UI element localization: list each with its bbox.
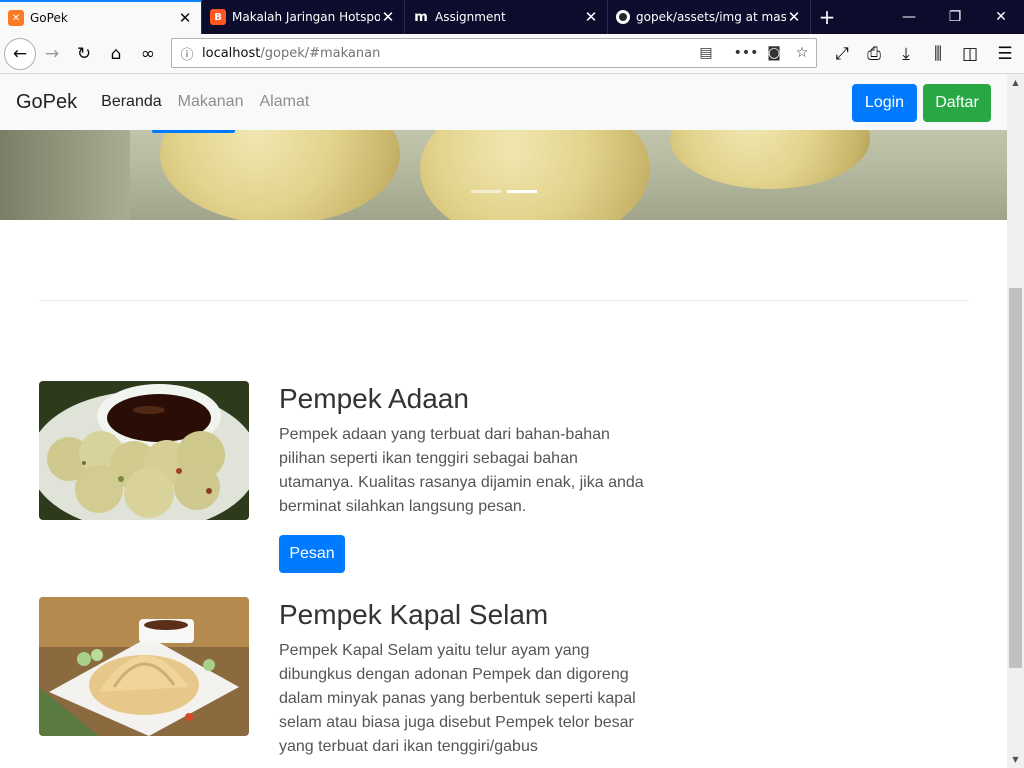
carousel-indicator[interactable]	[471, 190, 501, 193]
close-tab-icon[interactable]: ✕	[380, 8, 396, 26]
moodle-icon: m	[414, 9, 428, 25]
close-tab-icon[interactable]: ✕	[786, 8, 802, 26]
page-scrollbar[interactable]: ▲ ▼	[1007, 74, 1024, 768]
restore-icon[interactable]: ❐	[932, 0, 978, 34]
bookmark-star-icon[interactable]: ☆	[788, 45, 816, 61]
browser-tab-strip: ✕ GoPek ✕ B Makalah Jaringan Hotspot ✕ m…	[0, 0, 1024, 34]
minimize-icon[interactable]: —	[886, 0, 932, 34]
scroll-up-arrow-icon[interactable]: ▲	[1007, 74, 1024, 91]
back-button[interactable]: ←	[4, 37, 36, 70]
close-tab-icon[interactable]: ✕	[583, 8, 599, 26]
menu-item-body: Pempek Adaan Pempek adaan yang terbuat d…	[279, 381, 649, 573]
reload-button[interactable]: ↻	[68, 38, 100, 70]
right-toolbar: ⤢ ⎙ ⤓ ⫼ ◫ ☰	[826, 38, 1024, 70]
close-tab-icon[interactable]: ✕	[177, 9, 193, 27]
menu-item-title: Pempek Kapal Selam	[279, 599, 549, 630]
web-page: GoPek Beranda Makanan Alamat Login Dafta…	[0, 74, 1007, 768]
tab-makalah[interactable]: B Makalah Jaringan Hotspot ✕	[202, 0, 405, 34]
tab-title: Makalah Jaringan Hotspot	[232, 10, 380, 24]
pesan-button[interactable]: Pesan	[279, 535, 345, 573]
section-divider	[39, 300, 969, 301]
menu-item-description: Pempek adaan yang terbuat dari bahan-bah…	[279, 426, 644, 515]
library-icon[interactable]: ⫼	[922, 38, 954, 70]
tab-title: GoPek	[30, 11, 68, 25]
window-controls: — ❐ ✕	[886, 0, 1024, 34]
tab-title: gopek/assets/img at maste	[636, 10, 786, 24]
carousel-image-shadow	[0, 124, 130, 220]
nav-makanan[interactable]: Makanan	[178, 93, 244, 111]
fullscreen-icon[interactable]: ⤢	[826, 38, 858, 70]
nav-beranda[interactable]: Beranda	[101, 93, 162, 111]
private-mask-icon[interactable]: ∞	[132, 38, 164, 70]
download-icon[interactable]: ⤓	[890, 38, 922, 70]
active-section-indicator	[152, 130, 235, 133]
address-bar[interactable]: ⓘ localhost/gopek/#makanan ▤ ••• ◙ ☆	[171, 38, 817, 68]
forward-button[interactable]: →	[36, 38, 68, 70]
page-actions-icon[interactable]: •••	[732, 45, 760, 61]
daftar-button[interactable]: Daftar	[923, 84, 991, 122]
scrollbar-thumb[interactable]	[1009, 288, 1022, 668]
home-button[interactable]: ⌂	[100, 38, 132, 70]
xampp-icon: ✕	[8, 10, 24, 26]
tab-gopek[interactable]: ✕ GoPek ✕	[0, 0, 202, 34]
pempek-kapal-selam-image	[39, 597, 249, 736]
brand-logo[interactable]: GoPek	[16, 91, 77, 114]
print-icon[interactable]: ⎙	[858, 38, 890, 70]
new-tab-button[interactable]: +	[811, 0, 843, 34]
url-text[interactable]: localhost/gopek/#makanan	[202, 46, 692, 61]
carousel-indicators	[471, 190, 537, 193]
tab-github[interactable]: gopek/assets/img at maste ✕	[608, 0, 811, 34]
browser-toolbar: ← → ↻ ⌂ ∞ ⓘ localhost/gopek/#makanan ▤ •…	[0, 34, 1024, 74]
nav-alamat[interactable]: Alamat	[259, 93, 309, 111]
tab-title: Assignment	[435, 10, 506, 24]
github-icon	[616, 10, 630, 24]
tab-assignment[interactable]: m Assignment ✕	[405, 0, 608, 34]
close-window-icon[interactable]: ✕	[978, 0, 1024, 34]
menu-item-body: Pempek Kapal Selam Pempek Kapal Selam ya…	[279, 597, 649, 759]
blogger-icon: B	[210, 9, 226, 25]
scroll-down-arrow-icon[interactable]: ▼	[1007, 751, 1024, 768]
reader-view-icon[interactable]: ▤	[692, 45, 720, 61]
menu-item-title: Pempek Adaan	[279, 383, 469, 414]
site-info-icon[interactable]: ⓘ	[172, 44, 202, 63]
sidebar-icon[interactable]: ◫	[954, 38, 986, 70]
menu-item-description: Pempek Kapal Selam yaitu telur ayam yang…	[279, 642, 636, 755]
login-button[interactable]: Login	[852, 84, 917, 122]
site-navbar: GoPek Beranda Makanan Alamat Login Dafta…	[0, 74, 1007, 130]
carousel-indicator-active[interactable]	[507, 190, 537, 193]
pocket-icon[interactable]: ◙	[760, 45, 788, 61]
menu-icon[interactable]: ☰	[986, 38, 1024, 70]
pempek-adaan-image	[39, 381, 249, 520]
